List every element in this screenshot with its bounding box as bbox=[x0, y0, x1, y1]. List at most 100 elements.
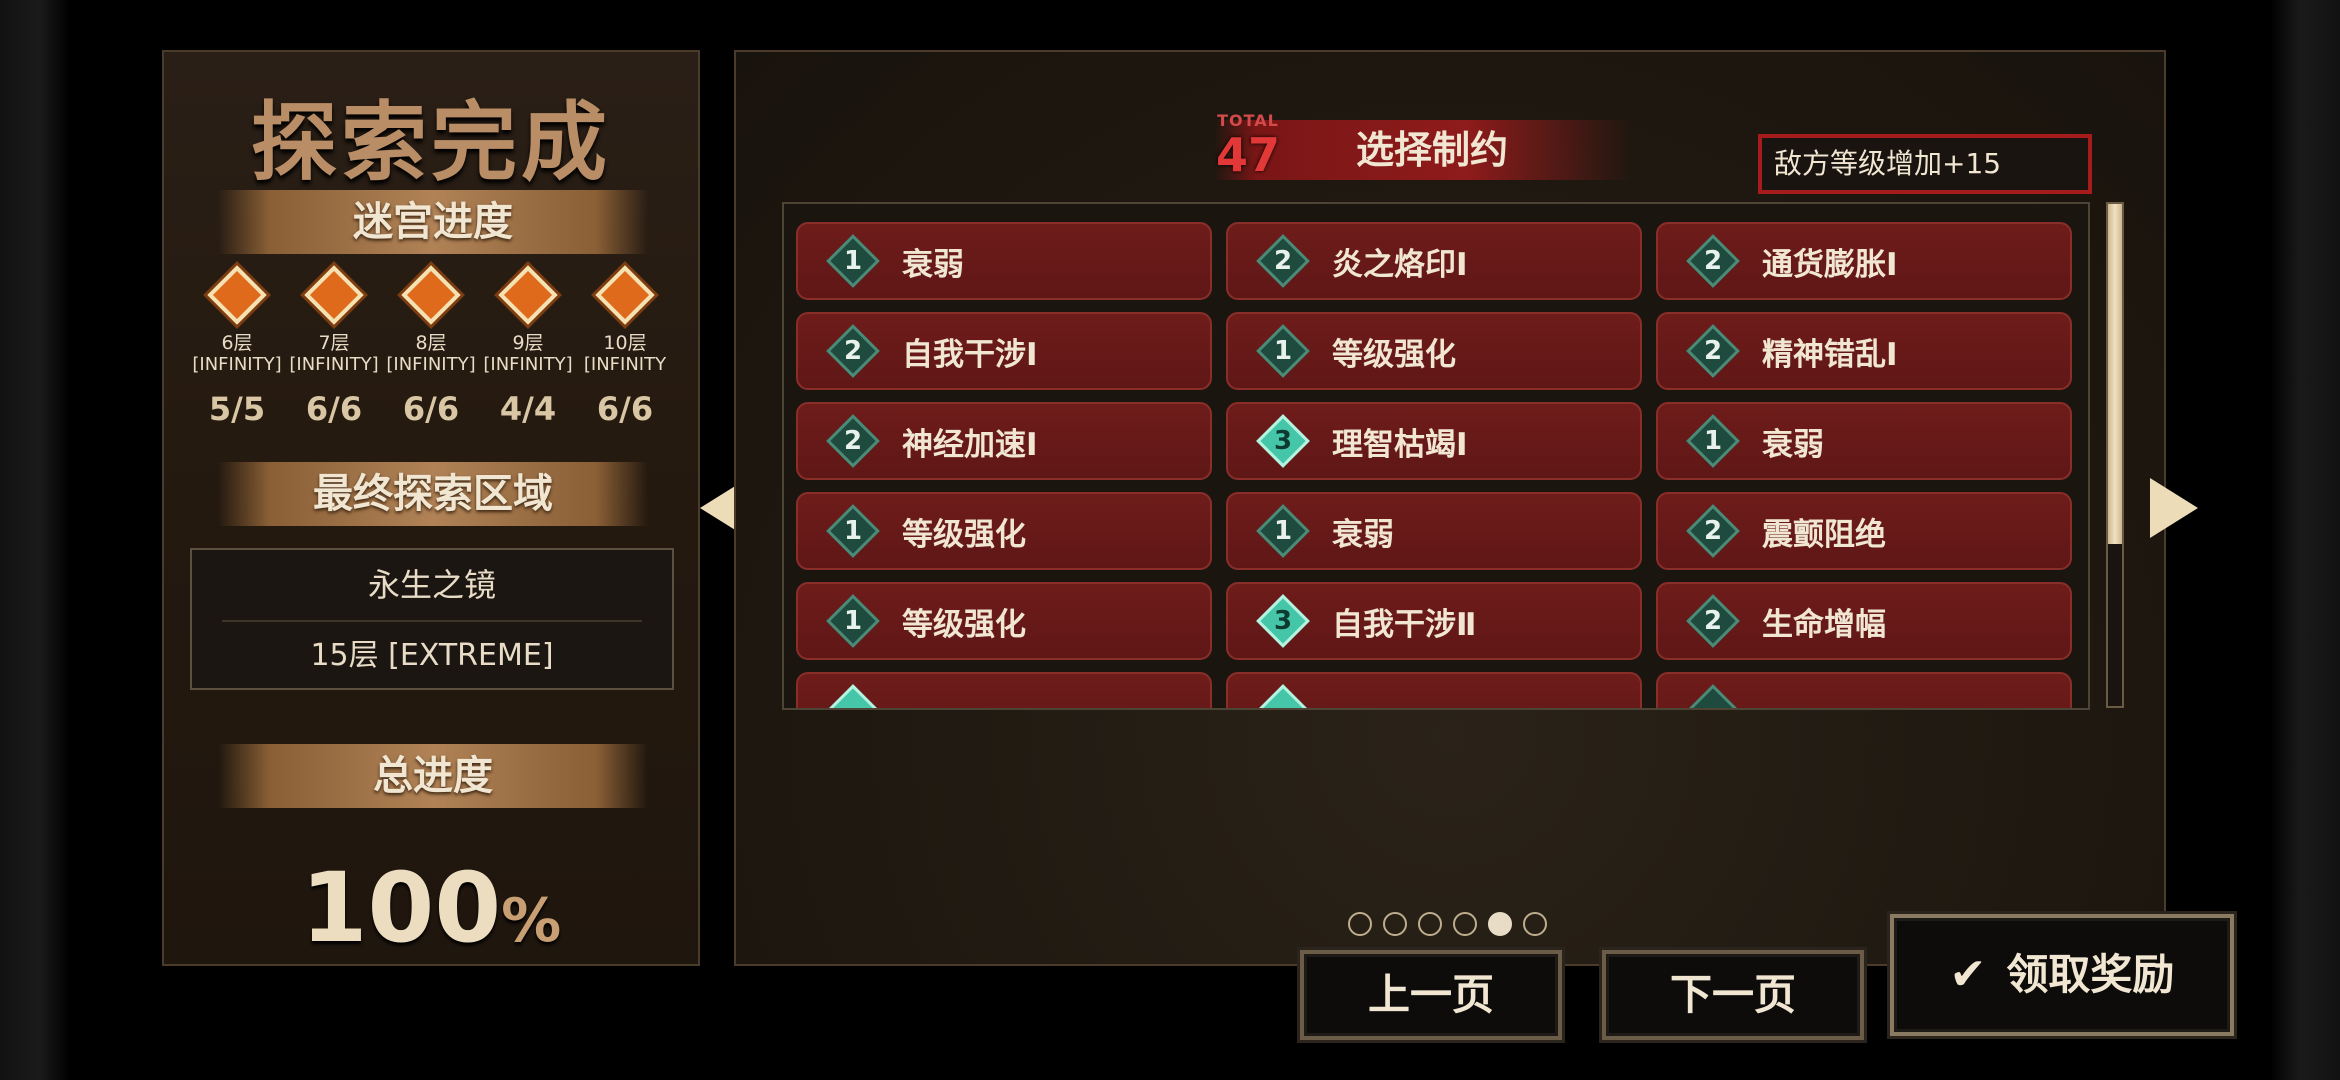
constraint-effect-box: 敌方等级增加+15 bbox=[1758, 134, 2092, 194]
constraint-card-partial[interactable] bbox=[1226, 672, 1642, 708]
constraint-label: 衰弱 bbox=[1332, 516, 1394, 553]
scrollbar-thumb[interactable] bbox=[2108, 204, 2122, 544]
floor-mode: [INFINITY] bbox=[289, 354, 379, 375]
check-icon: ✔ bbox=[1949, 949, 1987, 1000]
constraint-label: 神经加速Ⅰ bbox=[902, 426, 1038, 463]
claim-reward-button[interactable]: ✔ 领取奖励 bbox=[1890, 914, 2234, 1036]
floor-name: 7层 bbox=[318, 332, 350, 354]
total-progress-number: 100 bbox=[300, 852, 502, 964]
constraint-card[interactable]: 2 自我干涉Ⅰ bbox=[796, 312, 1212, 390]
next-arrow-icon[interactable] bbox=[2150, 478, 2198, 538]
floor-progress-list: 6层 [INFINITY] 5/5 7层 [INFINITY] 6/6 8层 [INFINIT… bbox=[192, 262, 670, 428]
constraint-level: 3 bbox=[1273, 606, 1293, 636]
constraint-level-diamond-icon: 1 bbox=[1256, 504, 1310, 558]
floor-count: 6/6 bbox=[402, 390, 460, 428]
select-constraints-title: 选择制约 bbox=[1356, 128, 1509, 172]
constraint-level: 2 bbox=[1273, 246, 1293, 276]
constraint-level-diamond-icon bbox=[1256, 684, 1310, 708]
floor-emblem-icon bbox=[386, 262, 476, 328]
page-dot[interactable] bbox=[1348, 912, 1372, 936]
claim-reward-label: 领取奖励 bbox=[2006, 950, 2175, 999]
floor-mode: [INFINITY] bbox=[192, 354, 282, 375]
constraint-level-diamond-icon: 2 bbox=[1686, 234, 1740, 288]
floor-mode: [INFINITY bbox=[583, 354, 667, 375]
constraint-card[interactable]: 1 衰弱 bbox=[796, 222, 1212, 300]
constraint-level-diamond-icon bbox=[826, 684, 880, 708]
floor-emblem-icon bbox=[289, 262, 379, 328]
constraint-level-diamond-icon: 1 bbox=[1686, 414, 1740, 468]
page-dot[interactable] bbox=[1383, 912, 1407, 936]
constraint-level-diamond-icon: 2 bbox=[826, 414, 880, 468]
constraint-label: 生命增幅 bbox=[1762, 606, 1886, 643]
floor-count: 6/6 bbox=[596, 390, 654, 428]
constraint-grid-frame: 1 衰弱 2 炎之烙印Ⅰ 2 通货膨胀Ⅰ 2 自我干涉Ⅰ 1 等级强化 2 精神错乱Ⅰ 2 神经加速Ⅰ 3 理… bbox=[782, 202, 2090, 710]
constraint-level: 2 bbox=[843, 336, 863, 366]
constraint-label: 炎之烙印Ⅰ bbox=[1332, 246, 1468, 283]
frame-right-border bbox=[2270, 0, 2340, 1080]
constraint-card[interactable]: 1 衰弱 bbox=[1226, 492, 1642, 570]
total-progress-value: 100% bbox=[164, 860, 698, 969]
constraint-card[interactable]: 2 通货膨胀Ⅰ bbox=[1656, 222, 2072, 300]
labyrinth-progress-header: 迷宫进度 bbox=[218, 190, 648, 254]
constraint-label: 衰弱 bbox=[1762, 426, 1824, 463]
floor-emblem-icon bbox=[580, 262, 670, 328]
constraint-level: 2 bbox=[1703, 516, 1723, 546]
frame-left-border bbox=[0, 0, 70, 1080]
constraint-card-partial[interactable] bbox=[796, 672, 1212, 708]
constraint-label: 理智枯竭Ⅰ bbox=[1332, 426, 1468, 463]
constraint-level-diamond-icon: 2 bbox=[826, 324, 880, 378]
total-progress-unit: % bbox=[501, 886, 562, 956]
floor-name: 6层 bbox=[221, 332, 253, 354]
total-value: 47 bbox=[1216, 128, 1281, 182]
constraint-level: 1 bbox=[1273, 516, 1293, 546]
floor-progress-item: 10层 [INFINITY 6/6 bbox=[580, 262, 670, 428]
constraint-level-diamond-icon: 1 bbox=[826, 594, 880, 648]
exploration-complete-title: 探索完成 bbox=[251, 93, 611, 193]
floor-emblem-icon bbox=[192, 262, 282, 328]
constraint-level: 1 bbox=[1273, 336, 1293, 366]
final-region-header: 最终探索区域 bbox=[218, 462, 648, 526]
constraint-label: 震颤阻绝 bbox=[1762, 516, 1886, 553]
floor-progress-item: 9层 [INFINITY] 4/4 bbox=[483, 262, 573, 428]
constraint-card-partial[interactable] bbox=[1656, 672, 2072, 708]
floor-count: 6/6 bbox=[305, 390, 363, 428]
constraint-card[interactable]: 2 炎之烙印Ⅰ bbox=[1226, 222, 1642, 300]
constraint-grid: 1 衰弱 2 炎之烙印Ⅰ 2 通货膨胀Ⅰ 2 自我干涉Ⅰ 1 等级强化 2 精神错乱Ⅰ 2 神经加速Ⅰ 3 理… bbox=[796, 222, 2072, 708]
constraint-card[interactable]: 2 震颤阻绝 bbox=[1656, 492, 2072, 570]
constraint-level: 1 bbox=[1703, 426, 1723, 456]
constraint-card[interactable]: 1 衰弱 bbox=[1656, 402, 2072, 480]
prev-page-button[interactable]: 上一页 bbox=[1300, 950, 1562, 1040]
page-dot[interactable] bbox=[1453, 912, 1477, 936]
final-region-name: 永生之镜 bbox=[367, 566, 496, 604]
floor-name: 9层 bbox=[512, 332, 544, 354]
constraint-card[interactable]: 1 等级强化 bbox=[796, 492, 1212, 570]
page-dot[interactable] bbox=[1418, 912, 1442, 936]
constraint-label: 等级强化 bbox=[902, 606, 1026, 643]
total-progress-header: 总进度 bbox=[218, 744, 648, 808]
constraint-scrollbar[interactable] bbox=[2106, 202, 2124, 708]
next-page-button[interactable]: 下一页 bbox=[1602, 950, 1864, 1040]
final-region-floor: 15层 [EXTREME] bbox=[310, 638, 554, 673]
constraint-card[interactable]: 2 生命增幅 bbox=[1656, 582, 2072, 660]
constraint-card[interactable]: 2 精神错乱Ⅰ bbox=[1656, 312, 2072, 390]
floor-mode: [INFINITY] bbox=[483, 354, 573, 375]
constraint-label: 通货膨胀Ⅰ bbox=[1762, 246, 1898, 283]
page-dot[interactable] bbox=[1488, 912, 1512, 936]
constraint-card[interactable]: 1 等级强化 bbox=[1226, 312, 1642, 390]
exploration-summary-panel: 探索完成 迷宫进度 6层 [INFINITY] 5/5 7层 [INFINITY] 6/6… bbox=[162, 50, 700, 966]
floor-count: 4/4 bbox=[499, 390, 557, 428]
constraint-card[interactable]: 3 自我干涉Ⅱ bbox=[1226, 582, 1642, 660]
constraint-level-diamond-icon: 2 bbox=[1686, 594, 1740, 648]
total-badge: TOTAL 47 bbox=[1216, 112, 1280, 192]
constraint-card[interactable]: 3 理智枯竭Ⅰ bbox=[1226, 402, 1642, 480]
floor-progress-item: 8层 [INFINITY] 6/6 bbox=[386, 262, 476, 428]
constraint-level: 2 bbox=[843, 426, 863, 456]
constraint-level-diamond-icon: 2 bbox=[1256, 234, 1310, 288]
constraint-level: 2 bbox=[1703, 606, 1723, 636]
constraint-card[interactable]: 1 等级强化 bbox=[796, 582, 1212, 660]
final-region-box: 永生之镜 15层 [EXTREME] bbox=[190, 548, 674, 690]
constraint-card[interactable]: 2 神经加速Ⅰ bbox=[796, 402, 1212, 480]
floor-mode: [INFINITY] bbox=[386, 354, 476, 375]
constraint-level: 1 bbox=[843, 246, 863, 276]
page-dot[interactable] bbox=[1523, 912, 1547, 936]
